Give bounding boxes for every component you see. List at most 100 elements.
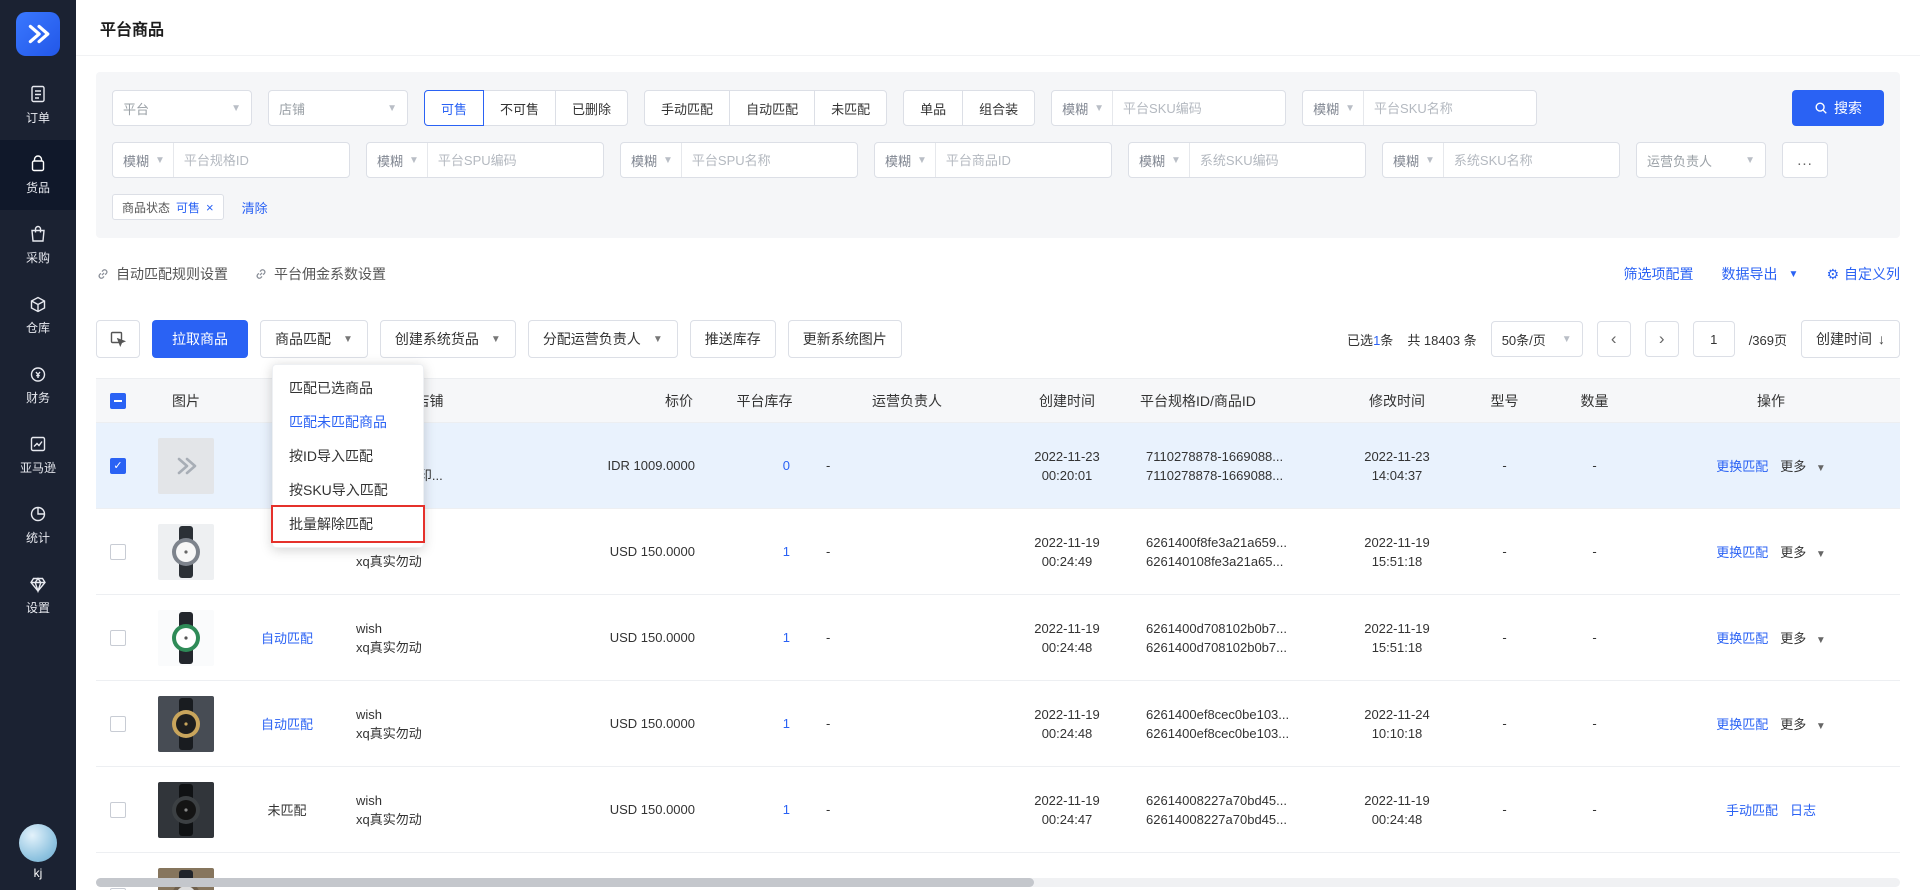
more-actions-button[interactable]: 更多 ▼ (1780, 628, 1826, 647)
horizontal-scrollbar[interactable] (96, 878, 1900, 887)
platform-spu-code-input[interactable] (427, 152, 603, 168)
row-checkbox[interactable] (110, 629, 126, 646)
model-cell: - (1462, 680, 1547, 767)
orders-icon (31, 85, 45, 103)
shop-select[interactable]: 店铺 ▼ (268, 90, 408, 126)
chevron-down-icon: ▼ (1425, 154, 1435, 166)
close-icon[interactable]: × (206, 201, 214, 214)
product-match-dropdown-button[interactable]: 商品匹配 ▼ (260, 320, 368, 358)
match-cell: 未匹配 (232, 766, 342, 853)
sidebar-item-goods[interactable]: 货品 (0, 140, 76, 210)
stock-link[interactable]: 1 (783, 544, 790, 559)
update-images-button[interactable]: 更新系统图片 (787, 320, 902, 358)
sidebar-item-orders[interactable]: 订单 (0, 70, 76, 140)
pull-products-button[interactable]: 拉取商品 (152, 320, 248, 358)
price-cell: USD 150.0000 (517, 766, 717, 853)
more-actions-button[interactable]: 更多 ▼ (1780, 456, 1826, 475)
next-page-button[interactable]: › (1644, 321, 1679, 357)
fuzzy-mode-select[interactable]: 模糊 ▼ (367, 143, 428, 177)
filter-single-item-button[interactable]: 单品 (903, 90, 964, 126)
scrollbar-thumb[interactable] (96, 878, 1035, 887)
menu-item-match-unmatched[interactable]: 匹配未匹配商品 (273, 405, 423, 439)
sidebar-item-finance[interactable]: 财务 (0, 350, 76, 420)
filter-auto-match-button[interactable]: 自动匹配 (729, 90, 816, 126)
row-checkbox[interactable] (110, 715, 126, 732)
menu-item-import-by-sku[interactable]: 按SKU导入匹配 (273, 473, 423, 507)
app-logo[interactable] (16, 12, 60, 56)
filter-manual-match-button[interactable]: 手动匹配 (644, 90, 731, 126)
filter-deleted-button[interactable]: 已删除 (555, 90, 629, 126)
fuzzy-mode-select[interactable]: 模糊 ▼ (621, 143, 682, 177)
chevron-down-icon: ▼ (1561, 333, 1572, 345)
platform-sku-name-input[interactable] (1364, 100, 1537, 116)
stock-link[interactable]: 1 (783, 716, 790, 731)
stock-link[interactable]: 0 (783, 458, 790, 473)
change-match-link[interactable]: 更换匹配 (1716, 542, 1768, 561)
create-system-goods-button[interactable]: 创建系统货品 ▼ (379, 320, 516, 358)
filter-unsellable-button[interactable]: 不可售 (483, 90, 557, 126)
log-link[interactable]: 日志 (1790, 800, 1816, 819)
row-checkbox[interactable] (110, 543, 126, 560)
select-mode-button[interactable] (96, 320, 140, 358)
prev-page-button[interactable]: ‹ (1596, 321, 1631, 357)
sidebar-item-warehouse[interactable]: 仓库 (0, 280, 76, 350)
auto-match-rules-link[interactable]: 自动匹配规则设置 (96, 264, 228, 284)
row-checkbox[interactable] (110, 801, 126, 818)
auto-match-link[interactable]: 自动匹配 (261, 717, 313, 732)
select-all-checkbox[interactable] (110, 392, 126, 409)
fuzzy-mode-select[interactable]: 模糊 ▼ (1129, 143, 1190, 177)
more-actions-button[interactable]: 更多 ▼ (1780, 542, 1826, 561)
assign-owner-button[interactable]: 分配运营负责人 ▼ (527, 320, 678, 358)
sidebar: 订单 货品 采购 仓库 财务 亚马逊 统计 设置 kj (0, 0, 76, 890)
clear-filters-link[interactable]: 清除 (242, 198, 268, 217)
sidebar-item-purchase[interactable]: 采购 (0, 210, 76, 280)
owner-select[interactable]: 运营负责人 ▼ (1636, 142, 1766, 178)
platform-sku-code-input[interactable] (1113, 100, 1286, 116)
more-actions-button[interactable]: 更多 ▼ (1780, 714, 1826, 733)
more-filters-button[interactable]: ... (1782, 142, 1828, 178)
page-size-select[interactable]: 50条/页 ▼ (1490, 321, 1583, 357)
push-stock-button[interactable]: 推送库存 (689, 320, 776, 358)
menu-item-import-by-id[interactable]: 按ID导入匹配 (273, 439, 423, 473)
menu-item-batch-unmatch[interactable]: 批量解除匹配 (271, 505, 425, 543)
stock-link[interactable]: 1 (783, 630, 790, 645)
page-number-input[interactable] (1692, 321, 1735, 357)
platform-select[interactable]: 平台 ▼ (112, 90, 252, 126)
system-sku-name-input[interactable] (1443, 152, 1619, 168)
sidebar-item-amazon[interactable]: 亚马逊 (0, 420, 76, 490)
price-cell: USD 150.0000 (517, 508, 717, 595)
filter-unmatched-button[interactable]: 未匹配 (814, 90, 888, 126)
data-export-link[interactable]: 数据导出 ▼ (1722, 264, 1799, 284)
commission-settings-link[interactable]: 平台佣金系数设置 (254, 264, 386, 284)
platform-item-id-input[interactable] (935, 152, 1111, 168)
sidebar-item-settings[interactable]: 设置 (0, 560, 76, 630)
fuzzy-mode-select[interactable]: 模糊 ▼ (1052, 91, 1114, 125)
avatar[interactable] (19, 824, 57, 862)
action-cell: 手动匹配 日志 (1642, 766, 1900, 853)
platform-spec-id-input[interactable] (173, 152, 349, 168)
sort-by-created-button[interactable]: 创建时间 ↓ (1801, 320, 1900, 358)
filter-bundle-button[interactable]: 组合装 (962, 90, 1036, 126)
fuzzy-mode-select[interactable]: 模糊 ▼ (1303, 91, 1365, 125)
row-checkbox[interactable] (110, 457, 126, 474)
sidebar-item-stats[interactable]: 统计 (0, 490, 76, 560)
change-match-link[interactable]: 更换匹配 (1716, 628, 1768, 647)
fuzzy-mode-select[interactable]: 模糊 ▼ (113, 143, 174, 177)
filter-config-link[interactable]: 筛选项配置 (1624, 264, 1694, 284)
custom-columns-link[interactable]: ⚙ 自定义列 (1826, 264, 1900, 284)
created-cell: 2022-11-19 00:24:48 (1002, 594, 1132, 681)
shop-cell: wish xq真实勿动 (342, 594, 517, 681)
filter-sellable-button[interactable]: 可售 (424, 90, 485, 126)
search-button[interactable]: 搜索 (1792, 90, 1884, 126)
qty-cell: - (1547, 508, 1642, 595)
auto-match-link[interactable]: 自动匹配 (261, 631, 313, 646)
menu-item-match-selected[interactable]: 匹配已选商品 (273, 371, 423, 405)
change-match-link[interactable]: 更换匹配 (1716, 714, 1768, 733)
platform-spu-name-input[interactable] (681, 152, 857, 168)
change-match-link[interactable]: 更换匹配 (1716, 456, 1768, 475)
stock-link[interactable]: 1 (783, 802, 790, 817)
fuzzy-mode-select[interactable]: 模糊 ▼ (875, 143, 936, 177)
system-sku-code-input[interactable] (1189, 152, 1365, 168)
manual-match-link[interactable]: 手动匹配 (1726, 800, 1778, 819)
fuzzy-mode-select[interactable]: 模糊 ▼ (1383, 143, 1444, 177)
